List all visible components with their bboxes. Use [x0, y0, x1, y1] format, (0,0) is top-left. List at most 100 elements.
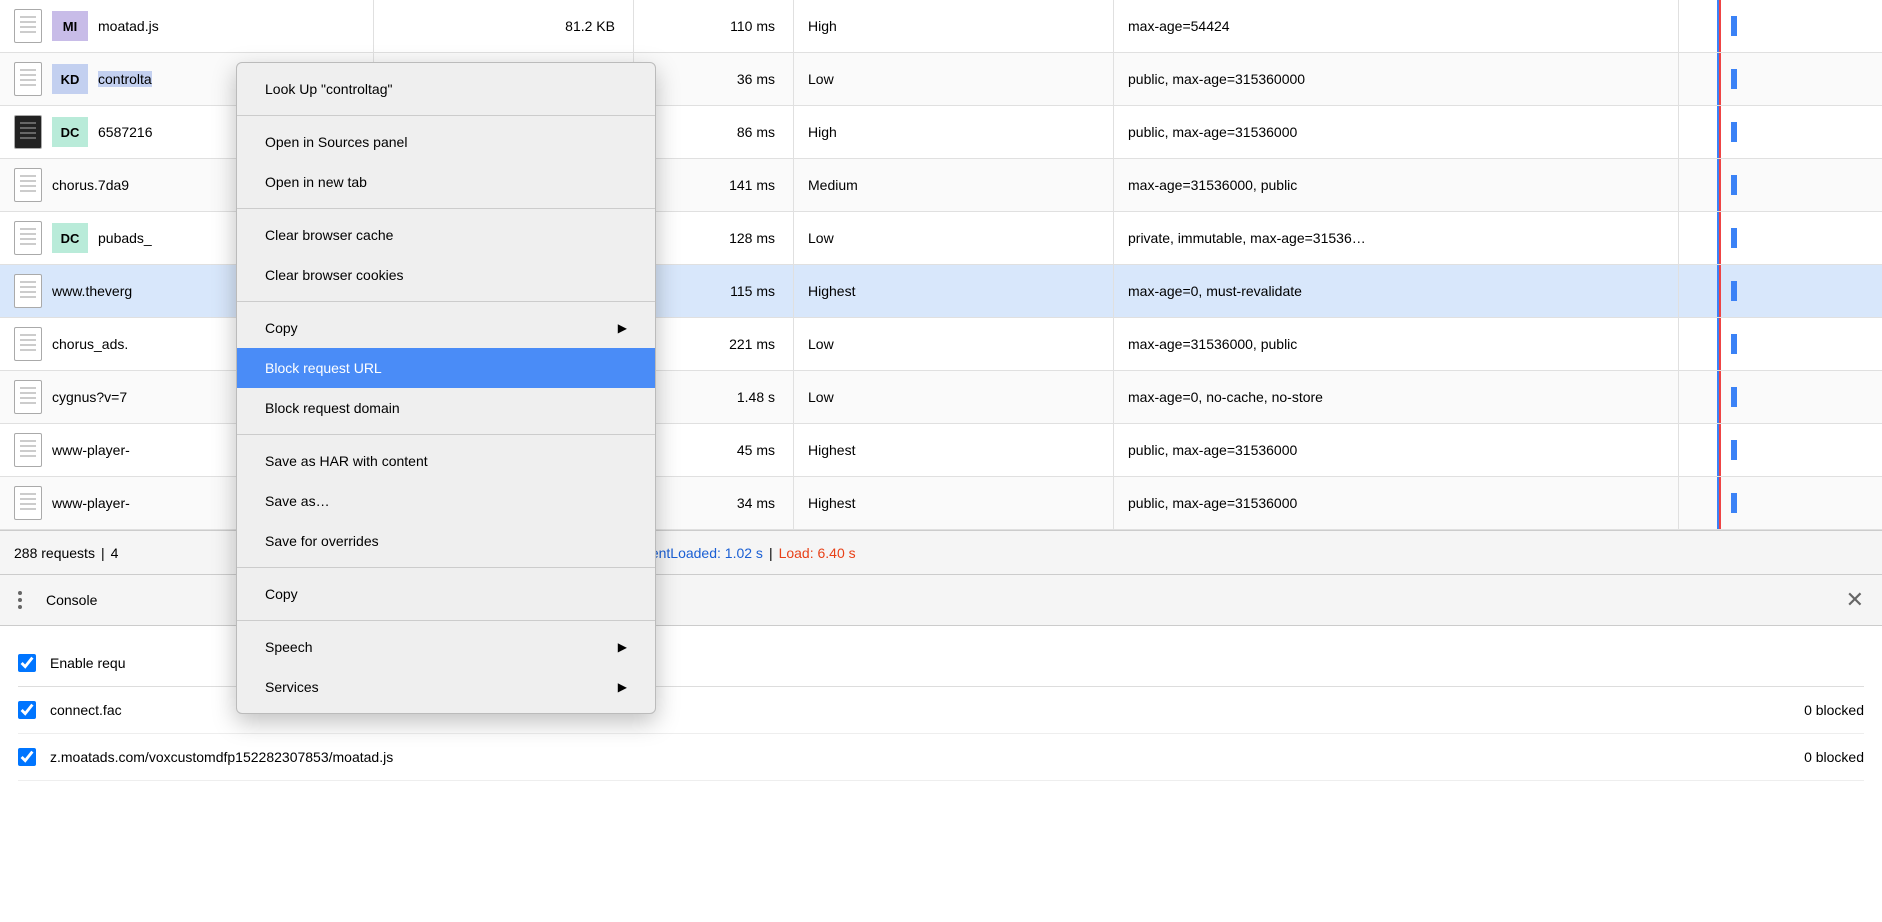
col-waterfall	[1679, 318, 1882, 370]
col-time: 110 ms	[634, 0, 794, 52]
file-name: www-player-	[52, 442, 130, 458]
col-priority: Highest	[794, 477, 1114, 529]
col-time: 34 ms	[634, 477, 794, 529]
waterfall-bar	[1731, 69, 1737, 89]
menu-label: Open in Sources panel	[265, 134, 407, 150]
col-priority: Low	[794, 212, 1114, 264]
file-icon	[14, 433, 42, 467]
status-partial1: 4	[111, 545, 119, 561]
col-waterfall	[1679, 0, 1882, 52]
enable-blocking-checkbox[interactable]	[18, 654, 36, 672]
status-requests: 288 requests	[14, 545, 95, 561]
file-icon	[14, 380, 42, 414]
menu-services[interactable]: Services ▶	[237, 667, 655, 707]
col-waterfall	[1679, 265, 1882, 317]
waterfall-bar	[1731, 281, 1737, 301]
file-name: www.theverg	[52, 283, 132, 299]
col-priority: High	[794, 106, 1114, 158]
file-icon	[14, 221, 42, 255]
menu-label: Services	[265, 679, 319, 695]
file-name: www-player-	[52, 495, 130, 511]
col-waterfall	[1679, 106, 1882, 158]
col-cache-control: private, immutable, max-age=31536…	[1114, 212, 1679, 264]
col-waterfall	[1679, 212, 1882, 264]
file-icon	[14, 168, 42, 202]
col-waterfall	[1679, 424, 1882, 476]
waterfall-bar	[1731, 440, 1737, 460]
col-time: 128 ms	[634, 212, 794, 264]
blocking-checkbox[interactable]	[18, 748, 36, 766]
col-time: 221 ms	[634, 318, 794, 370]
file-name: moatad.js	[98, 18, 159, 34]
file-name: chorus_ads.	[52, 336, 128, 352]
close-icon[interactable]: ✕	[1846, 587, 1864, 613]
menu-label: Block request domain	[265, 400, 400, 416]
menu-copy[interactable]: Copy▶	[237, 308, 655, 348]
col-cache-control: max-age=31536000, public	[1114, 159, 1679, 211]
menu-separator	[237, 620, 655, 621]
col-time: 141 ms	[634, 159, 794, 211]
kebab-icon[interactable]	[18, 591, 22, 609]
menu-clear-cache[interactable]: Clear browser cache	[237, 215, 655, 255]
menu-label: Save as…	[265, 493, 330, 509]
col-priority: High	[794, 0, 1114, 52]
col-priority: Medium	[794, 159, 1114, 211]
initiator-badge: MI	[52, 11, 88, 41]
col-cache-control: max-age=31536000, public	[1114, 318, 1679, 370]
waterfall-bar	[1731, 122, 1737, 142]
menu-label: Speech	[265, 639, 312, 655]
initiator-badge: KD	[52, 64, 88, 94]
initiator-badge: DC	[52, 223, 88, 253]
menu-speech[interactable]: Speech ▶	[237, 627, 655, 667]
waterfall-bar	[1731, 16, 1737, 36]
blocking-status: 0 blocked	[1804, 702, 1864, 718]
menu-save-as[interactable]: Save as…	[237, 481, 655, 521]
waterfall-bar	[1731, 387, 1737, 407]
menu-label: Clear browser cache	[265, 227, 393, 243]
col-waterfall	[1679, 53, 1882, 105]
col-priority: Highest	[794, 265, 1114, 317]
menu-open-sources[interactable]: Open in Sources panel	[237, 122, 655, 162]
table-row[interactable]: MI moatad.js 81.2 KB110 msHighmax-age=5442…	[0, 0, 1882, 53]
col-time: 86 ms	[634, 106, 794, 158]
menu-separator	[237, 567, 655, 568]
menu-separator	[237, 208, 655, 209]
menu-open-newtab[interactable]: Open in new tab	[237, 162, 655, 202]
col-priority: Highest	[794, 424, 1114, 476]
menu-block-domain[interactable]: Block request domain	[237, 388, 655, 428]
file-name: cygnus?v=7	[52, 389, 127, 405]
file-name: pubads_	[98, 230, 152, 246]
menu-save-har[interactable]: Save as HAR with content	[237, 441, 655, 481]
waterfall-bar	[1731, 228, 1737, 248]
blocking-checkbox[interactable]	[18, 701, 36, 719]
file-icon	[14, 274, 42, 308]
status-sep: |	[101, 545, 105, 561]
menu-copy2[interactable]: Copy	[237, 574, 655, 614]
col-cache-control: max-age=54424	[1114, 0, 1679, 52]
waterfall-bar	[1731, 493, 1737, 513]
menu-save-overrides[interactable]: Save for overrides	[237, 521, 655, 561]
blocking-entry[interactable]: z.moatads.com/voxcustomdfp152282307853/m…	[18, 734, 1864, 781]
chevron-right-icon: ▶	[618, 640, 627, 654]
chevron-right-icon: ▶	[618, 680, 627, 694]
col-size: 81.2 KB	[374, 0, 634, 52]
chevron-right-icon: ▶	[618, 321, 627, 335]
blocking-pattern: z.moatads.com/voxcustomdfp152282307853/m…	[50, 749, 393, 765]
waterfall-bar	[1731, 334, 1737, 354]
file-name: 6587216	[98, 124, 153, 140]
file-icon	[14, 9, 42, 43]
col-time: 45 ms	[634, 424, 794, 476]
initiator-badge: DC	[52, 117, 88, 147]
file-name: chorus.7da9	[52, 177, 129, 193]
col-waterfall	[1679, 371, 1882, 423]
context-menu: Look Up "controltag" Open in Sources pan…	[236, 62, 656, 714]
menu-separator	[237, 115, 655, 116]
menu-clear-cookies[interactable]: Clear browser cookies	[237, 255, 655, 295]
col-priority: Low	[794, 53, 1114, 105]
menu-block-url[interactable]: Block request URL	[237, 348, 655, 388]
menu-label: Save for overrides	[265, 533, 379, 549]
tab-console[interactable]: Console	[46, 592, 97, 608]
file-name: controlta	[98, 71, 152, 87]
col-cache-control: max-age=0, must-revalidate	[1114, 265, 1679, 317]
menu-lookup[interactable]: Look Up "controltag"	[237, 69, 655, 109]
